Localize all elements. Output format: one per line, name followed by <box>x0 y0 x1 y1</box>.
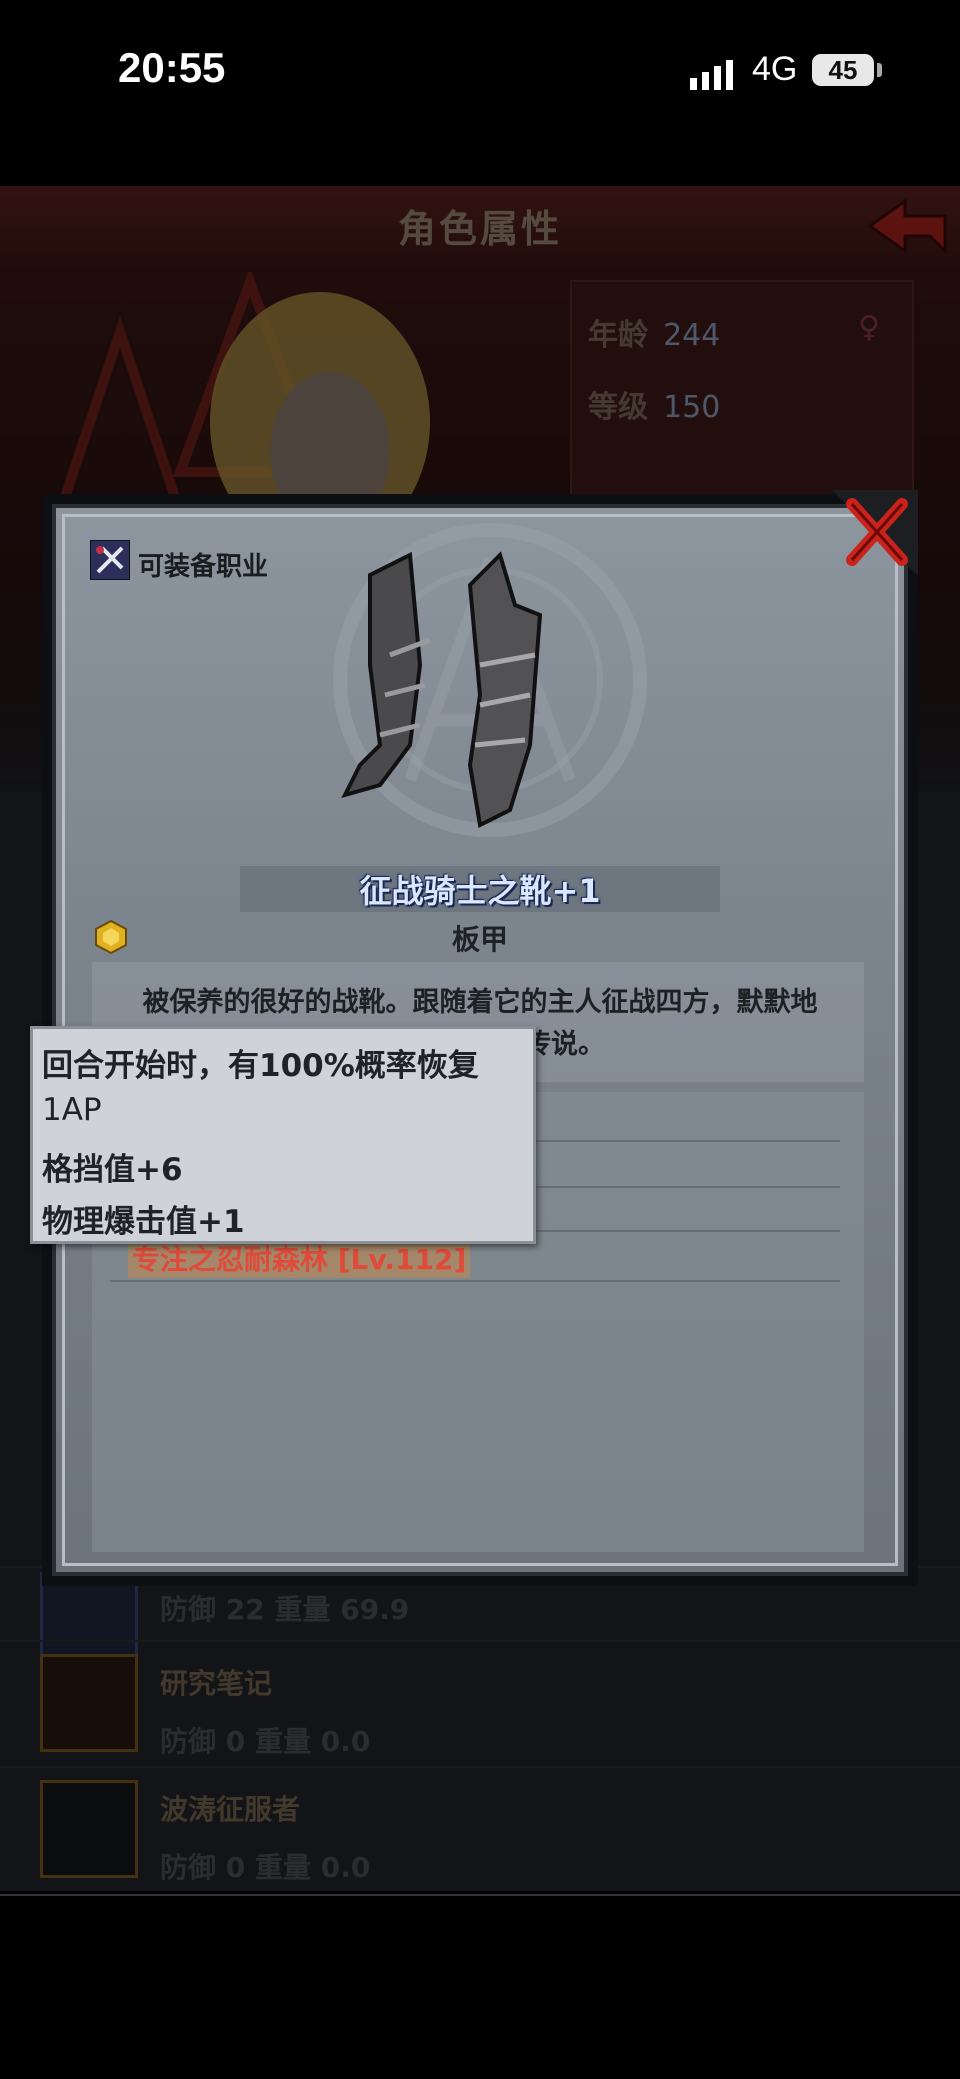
divider <box>110 1280 840 1282</box>
tooltip-line: 回合开始时，有100%概率恢复 <box>42 1048 479 1084</box>
signal-icon <box>690 60 733 90</box>
network-type: 4G <box>752 50 798 88</box>
tooltip-line: 物理爆击值+1 <box>42 1204 245 1240</box>
status-time: 20:55 <box>118 44 226 91</box>
tooltip-line: 1AP <box>42 1092 102 1128</box>
battery-tip <box>877 63 882 77</box>
job-class-icon <box>90 540 130 580</box>
set-bonus-label[interactable]: 专注之忍耐森林 [Lv.112] <box>128 1238 471 1278</box>
description-line: 被保养的很好的战靴。跟随着它的主人征战四方，默默地 <box>142 987 818 1018</box>
tooltip-line: 格挡值+6 <box>42 1152 183 1188</box>
close-icon[interactable] <box>832 490 918 576</box>
boots-icon <box>341 551 543 828</box>
equip-class-label[interactable]: 可装备职业 <box>138 546 268 583</box>
item-name: 征战骑士之靴+1 <box>359 872 601 910</box>
battery-icon: 45 <box>812 54 874 86</box>
battery-level: 45 <box>828 55 858 85</box>
item-type: 板甲 <box>451 923 508 956</box>
